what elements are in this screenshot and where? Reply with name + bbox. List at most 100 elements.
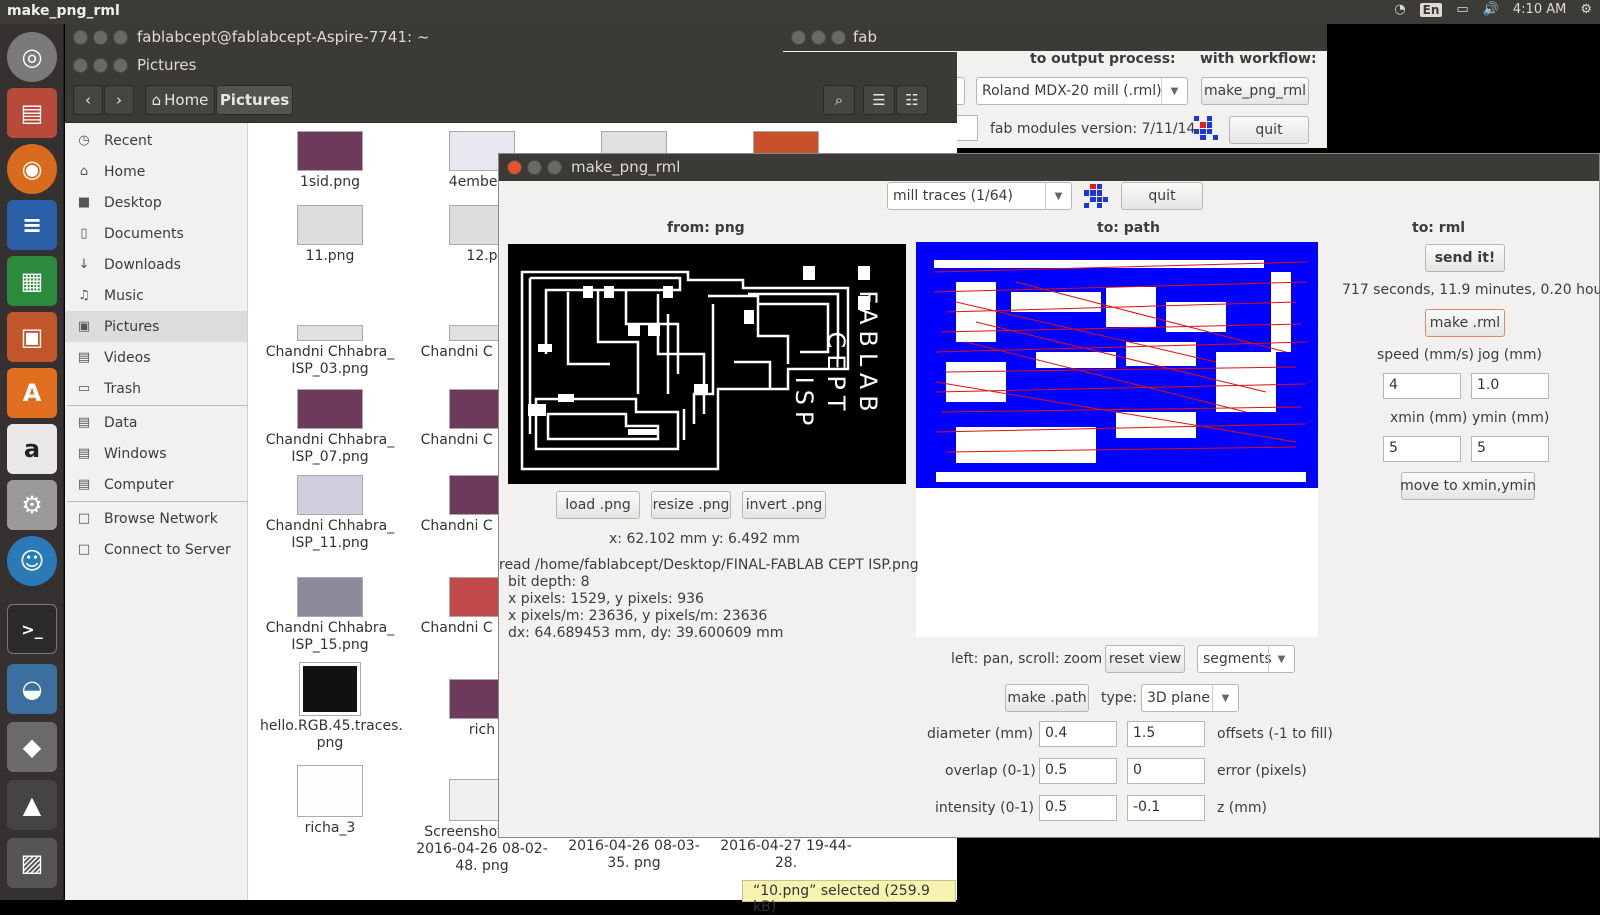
reset-view-button[interactable]: reset view [1105, 645, 1185, 673]
maximize-icon[interactable] [113, 30, 128, 45]
close-icon[interactable] [73, 58, 88, 73]
chevron-down-icon: ▼ [1268, 646, 1294, 672]
keyboard-indicator[interactable]: En [1419, 2, 1443, 17]
search-icon[interactable]: ⌕ [823, 85, 855, 115]
error-field[interactable]: 0 [1127, 758, 1205, 784]
workflow-button[interactable]: make_png_rml [1201, 77, 1309, 105]
sidebar-item-computer[interactable]: ▤ Computer [65, 469, 247, 500]
minimize-icon[interactable] [93, 58, 108, 73]
minimize-icon[interactable] [811, 30, 826, 45]
workspaces-icon[interactable]: ▨ [7, 838, 57, 888]
send-button[interactable]: send it! [1425, 244, 1505, 272]
back-button[interactable]: ‹ [73, 85, 103, 115]
minimize-icon[interactable] [93, 30, 108, 45]
file-item[interactable]: Chandni Chhabra_ ISP_15.png [260, 577, 400, 654]
png-preview[interactable]: FABLAB CEPT ISP [508, 244, 906, 484]
make-rml-button[interactable]: make .rml [1425, 309, 1505, 337]
battery-icon[interactable]: ▭ [1456, 2, 1468, 17]
file-item[interactable]: Chandni Chhabra_ ISP_03.png [260, 325, 400, 378]
sidebar-item-trash[interactable]: ▭ Trash [65, 373, 247, 404]
clock[interactable]: 4:10 AM [1513, 2, 1566, 17]
intensity-field[interactable]: 0.5 [1039, 795, 1117, 821]
offsets-field[interactable]: 1.5 [1127, 721, 1205, 747]
wifi-icon[interactable]: ◔ [1394, 2, 1405, 17]
file-item[interactable]: 11.png [260, 205, 400, 265]
sidebar-item-connect[interactable]: □ Connect to Server [65, 534, 247, 565]
impress-icon[interactable]: ▣ [7, 312, 57, 362]
make-png-rml-window[interactable]: make_png_rml mill traces (1/64) ▼ quit fr… [498, 153, 1600, 838]
grid-view-icon[interactable]: ☷ [896, 85, 928, 115]
download-icon: ↓ [78, 257, 90, 272]
minimize-icon[interactable] [527, 160, 542, 175]
writer-icon[interactable]: ≡ [7, 200, 57, 250]
amazon-icon[interactable]: a [7, 424, 57, 474]
speed-field[interactable]: 4 [1383, 373, 1461, 399]
quit-button[interactable]: quit [1121, 182, 1203, 210]
sidebar-item-recent[interactable]: ◷ Recent [65, 125, 247, 156]
resize-png-button[interactable]: resize .png [651, 491, 731, 519]
sidebar-item-home[interactable]: ⌂ Home [65, 156, 247, 187]
volume-icon[interactable]: 🔊 [1483, 2, 1499, 17]
selection-status: “10.png” selected (259.9 kB) [742, 880, 956, 915]
sidebar-item-documents[interactable]: ▯ Documents [65, 218, 247, 249]
diameter-field[interactable]: 0.4 [1039, 721, 1117, 747]
gear-icon[interactable]: ⚙ [1580, 2, 1592, 17]
maximize-icon[interactable] [547, 160, 562, 175]
sidebar-item-downloads[interactable]: ↓ Downloads [65, 249, 247, 280]
quit-button[interactable]: quit [1229, 116, 1309, 144]
xmin-field[interactable]: 5 [1383, 436, 1461, 462]
close-icon[interactable] [507, 160, 522, 175]
invert-png-button[interactable]: invert .png [742, 491, 826, 519]
file-item[interactable]: Chandni Chhabra_ ISP_11.png [260, 475, 400, 552]
sidebar-item-music[interactable]: ♫ Music [65, 280, 247, 311]
top-panel: make_png_rml ◔ En ▭ 🔊 4:10 AM ⚙ [0, 0, 1600, 24]
path-type-select[interactable]: 3D plane ▼ [1141, 684, 1239, 712]
make-path-button[interactable]: make .path [1005, 684, 1089, 712]
close-icon[interactable] [73, 30, 88, 45]
inkscape-icon[interactable]: ▲ [7, 780, 57, 830]
jog-field[interactable]: 1.0 [1471, 373, 1549, 399]
calc-icon[interactable]: ▦ [7, 256, 57, 306]
gimp-icon[interactable]: ◆ [7, 722, 57, 772]
load-png-button[interactable]: load .png [556, 491, 640, 519]
python-icon[interactable]: ◒ [7, 664, 57, 714]
process-select[interactable]: mill traces (1/64) ▼ [887, 182, 1072, 210]
chevron-down-icon: ▼ [1045, 183, 1071, 209]
list-view-icon[interactable]: ☰ [863, 85, 895, 115]
thumbnail [297, 475, 363, 515]
file-item[interactable]: Chandni Chhabra_ ISP_07.png [260, 389, 400, 466]
file-item[interactable]: 1sid.png [260, 131, 400, 191]
z-field[interactable]: -0.1 [1127, 795, 1205, 821]
dash-icon[interactable]: ◎ [7, 32, 57, 82]
firefox-icon[interactable]: ◉ [7, 144, 57, 194]
speed-label: speed (mm/s) [1377, 347, 1474, 363]
output-process-select[interactable]: Roland MDX-20 mill (.rml) ▼ [976, 77, 1188, 105]
software-center-icon[interactable]: A [7, 368, 57, 418]
settings-icon[interactable]: ⚙ [7, 480, 57, 530]
file-item[interactable]: hello.RGB.45.traces. png [260, 662, 403, 752]
error-label: error (pixels) [1217, 763, 1307, 779]
path-preview[interactable] [916, 242, 1318, 637]
empathy-icon[interactable]: ☺ [7, 536, 57, 586]
file-item[interactable]: richa_3 [260, 765, 400, 837]
files-icon[interactable]: ▤ [7, 88, 57, 138]
sidebar-item-pictures[interactable]: ▣ Pictures [65, 311, 247, 342]
thumbnail [297, 131, 363, 171]
breadcrumb-current[interactable]: Pictures [216, 85, 293, 115]
sidebar-item-data[interactable]: ▤ Data [65, 407, 247, 438]
sidebar-item-desktop[interactable]: ■ Desktop [65, 187, 247, 218]
terminal-icon[interactable]: >_ [7, 604, 57, 654]
breadcrumb-home[interactable]: ⌂ Home [145, 85, 215, 115]
ymin-field[interactable]: 5 [1471, 436, 1549, 462]
sidebar-item-videos[interactable]: ▤ Videos [65, 342, 247, 373]
move-to-origin-button[interactable]: move to xmin,ymin [1400, 472, 1536, 500]
sidebar-item-network[interactable]: □ Browse Network [65, 503, 247, 534]
maximize-icon[interactable] [831, 30, 846, 45]
overlap-field[interactable]: 0.5 [1039, 758, 1117, 784]
forward-button[interactable]: › [104, 85, 134, 115]
terminal-window[interactable]: fablabcept@fablabcept-Aspire-7741: ~ [65, 24, 785, 52]
maximize-icon[interactable] [113, 58, 128, 73]
sidebar-item-windows[interactable]: ▤ Windows [65, 438, 247, 469]
view-mode-select[interactable]: segments ▼ [1197, 645, 1295, 673]
close-icon[interactable] [791, 30, 806, 45]
